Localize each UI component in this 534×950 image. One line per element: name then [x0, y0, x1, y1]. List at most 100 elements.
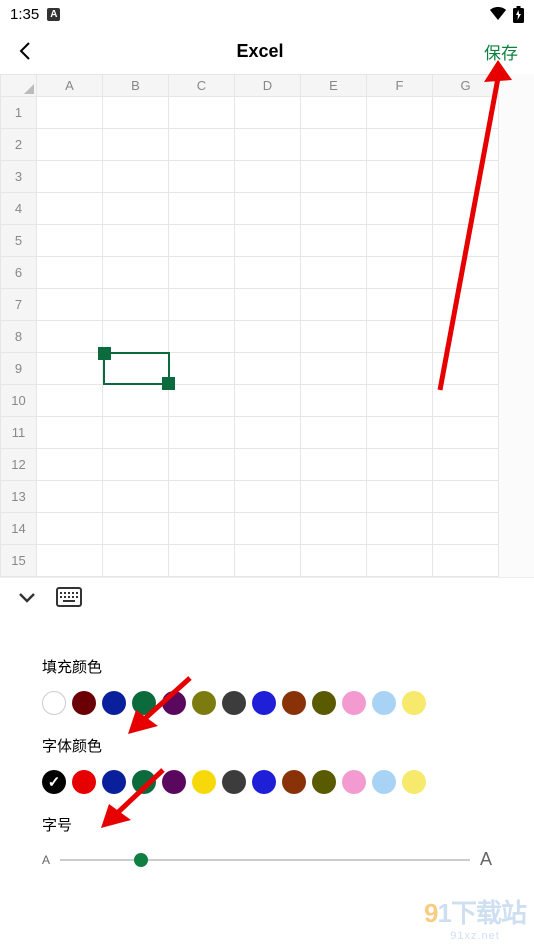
cell[interactable] — [301, 129, 367, 161]
cell[interactable] — [103, 257, 169, 289]
cell[interactable] — [235, 321, 301, 353]
cell[interactable] — [169, 385, 235, 417]
color-swatch[interactable] — [72, 770, 96, 794]
selection-handle-top-left[interactable] — [98, 347, 111, 360]
color-swatch[interactable] — [42, 691, 66, 715]
cell[interactable] — [103, 545, 169, 577]
row-header[interactable]: 10 — [1, 385, 37, 417]
row-header[interactable]: 11 — [1, 417, 37, 449]
cell[interactable] — [37, 481, 103, 513]
cell[interactable] — [169, 225, 235, 257]
cell[interactable] — [169, 481, 235, 513]
save-button[interactable]: 保存 — [484, 39, 518, 64]
row-header[interactable]: 4 — [1, 193, 37, 225]
cell[interactable] — [37, 193, 103, 225]
cell[interactable] — [103, 481, 169, 513]
cell[interactable] — [301, 417, 367, 449]
cell[interactable] — [433, 161, 499, 193]
cell[interactable] — [301, 545, 367, 577]
cell[interactable] — [433, 97, 499, 129]
color-swatch[interactable] — [132, 770, 156, 794]
color-swatch[interactable] — [282, 770, 306, 794]
cell[interactable] — [433, 193, 499, 225]
color-swatch[interactable] — [192, 691, 216, 715]
cell[interactable] — [235, 129, 301, 161]
color-swatch[interactable] — [312, 770, 336, 794]
color-swatch[interactable]: ✓ — [42, 770, 66, 794]
color-swatch[interactable] — [72, 691, 96, 715]
row-header[interactable]: 5 — [1, 225, 37, 257]
cell[interactable] — [103, 129, 169, 161]
cell[interactable] — [37, 417, 103, 449]
cell[interactable] — [367, 449, 433, 481]
cell[interactable] — [301, 321, 367, 353]
cell[interactable] — [367, 353, 433, 385]
cell[interactable] — [367, 257, 433, 289]
cell[interactable] — [169, 513, 235, 545]
cell[interactable] — [367, 513, 433, 545]
cell[interactable] — [37, 97, 103, 129]
cell[interactable] — [235, 417, 301, 449]
cell[interactable] — [37, 545, 103, 577]
cell[interactable] — [169, 353, 235, 385]
cell[interactable] — [301, 225, 367, 257]
cell[interactable] — [169, 97, 235, 129]
color-swatch[interactable] — [162, 770, 186, 794]
cell[interactable] — [433, 129, 499, 161]
cell[interactable] — [103, 193, 169, 225]
cell[interactable] — [367, 129, 433, 161]
cell[interactable] — [235, 385, 301, 417]
column-header[interactable]: E — [301, 75, 367, 97]
cell[interactable] — [367, 225, 433, 257]
cell[interactable] — [37, 161, 103, 193]
row-header[interactable]: 13 — [1, 481, 37, 513]
cell[interactable] — [301, 289, 367, 321]
color-swatch[interactable] — [402, 770, 426, 794]
column-header[interactable]: F — [367, 75, 433, 97]
cell[interactable] — [235, 257, 301, 289]
font-size-slider[interactable]: A A — [42, 849, 492, 870]
row-header[interactable]: 2 — [1, 129, 37, 161]
cell[interactable] — [433, 321, 499, 353]
cell[interactable] — [103, 417, 169, 449]
color-swatch[interactable] — [342, 691, 366, 715]
color-swatch[interactable] — [342, 770, 366, 794]
color-swatch[interactable] — [222, 691, 246, 715]
color-swatch[interactable] — [222, 770, 246, 794]
cell[interactable] — [169, 193, 235, 225]
cell[interactable] — [367, 161, 433, 193]
cell[interactable] — [235, 481, 301, 513]
cell[interactable] — [367, 481, 433, 513]
cell[interactable] — [169, 321, 235, 353]
cell[interactable] — [367, 545, 433, 577]
cell[interactable] — [433, 545, 499, 577]
cell[interactable] — [37, 449, 103, 481]
cell[interactable] — [103, 513, 169, 545]
selection-handle-bottom-right[interactable] — [162, 377, 175, 390]
cell[interactable] — [301, 97, 367, 129]
slider-track[interactable] — [60, 859, 470, 861]
cell[interactable] — [235, 545, 301, 577]
row-header[interactable]: 15 — [1, 545, 37, 577]
row-header[interactable]: 1 — [1, 97, 37, 129]
cell[interactable] — [103, 321, 169, 353]
cell[interactable] — [37, 513, 103, 545]
cell[interactable] — [301, 353, 367, 385]
cell[interactable] — [301, 257, 367, 289]
row-header[interactable]: 8 — [1, 321, 37, 353]
cell[interactable] — [367, 289, 433, 321]
collapse-panel-button[interactable] — [16, 586, 38, 608]
cell[interactable] — [169, 161, 235, 193]
cell[interactable] — [301, 385, 367, 417]
cell[interactable] — [235, 289, 301, 321]
cell[interactable] — [37, 385, 103, 417]
color-swatch[interactable] — [252, 770, 276, 794]
cell[interactable] — [367, 385, 433, 417]
color-swatch[interactable] — [102, 770, 126, 794]
color-swatch[interactable] — [192, 770, 216, 794]
cell[interactable] — [103, 385, 169, 417]
cell[interactable] — [433, 289, 499, 321]
color-swatch[interactable] — [252, 691, 276, 715]
color-swatch[interactable] — [402, 691, 426, 715]
cell[interactable] — [433, 417, 499, 449]
